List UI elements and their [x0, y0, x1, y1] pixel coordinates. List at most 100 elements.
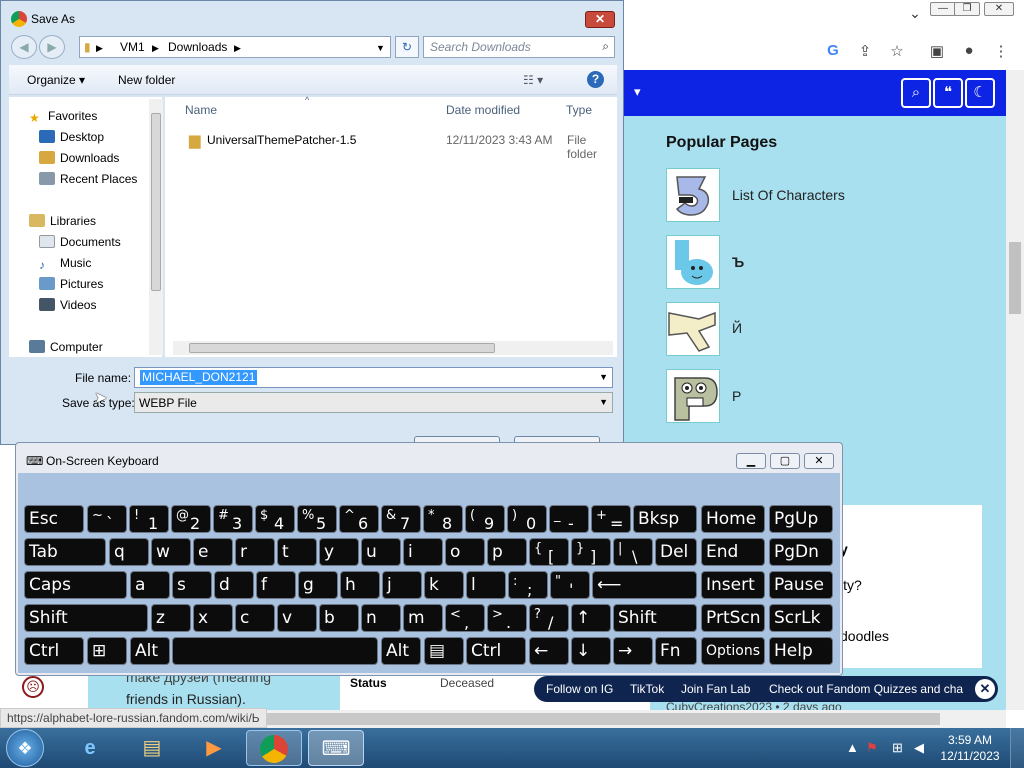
key-2[interactable]: @2 — [171, 505, 211, 533]
popular-page-thumb-3[interactable] — [666, 302, 720, 356]
address-dropdown-icon[interactable]: ▼ — [376, 43, 385, 53]
key-d[interactable]: d — [214, 571, 254, 599]
osk-minimize-button[interactable]: ▁ — [736, 453, 766, 469]
key-fn[interactable]: Fn — [655, 637, 697, 665]
file-name-input[interactable]: MICHAEL_DON2121 ▼ — [134, 367, 613, 388]
key-\[interactable]: | \ — [613, 538, 653, 566]
nav-pane-scrollbar[interactable] — [149, 99, 163, 355]
popular-page-link-3[interactable]: Й — [732, 320, 742, 336]
organize-button[interactable]: Organize ▾ — [27, 73, 85, 87]
key-n[interactable]: n — [361, 604, 401, 632]
key-f[interactable]: f — [256, 571, 296, 599]
key-k[interactable]: k — [424, 571, 464, 599]
restore-button[interactable]: ❐ — [954, 2, 980, 16]
tray-expand-icon[interactable]: ▲ — [846, 740, 859, 755]
google-icon[interactable]: G — [822, 42, 844, 59]
action-center-icon[interactable]: ⚑ — [866, 740, 878, 756]
key-prtscn[interactable]: PrtScn — [701, 604, 765, 632]
nav-pictures[interactable]: Pictures — [39, 277, 103, 291]
fan-lab-link[interactable]: Join Fan Lab — [681, 682, 750, 696]
nav-libraries[interactable]: Libraries — [29, 214, 96, 228]
key-caps[interactable]: Caps — [24, 571, 127, 599]
show-desktop-button[interactable] — [1010, 728, 1024, 768]
key-shift-left[interactable]: Shift — [24, 604, 148, 632]
popular-page-thumb-1[interactable] — [666, 168, 720, 222]
osk-close-button[interactable]: ✕ — [804, 453, 834, 469]
key-enter[interactable]: ⟵ — [592, 571, 697, 599]
address-bar[interactable]: ▮ ▶ VM1 ▶ Downloads ▶ ▼ — [79, 36, 391, 58]
emoji-icon[interactable]: ☹ — [22, 676, 44, 698]
nav-desktop[interactable]: Desktop — [39, 130, 104, 144]
key-z[interactable]: z — [151, 604, 191, 632]
key-del[interactable]: Del — [655, 538, 697, 566]
key-5[interactable]: % 5 — [297, 505, 337, 533]
key-=[interactable]: + = — [591, 505, 631, 533]
key-home[interactable]: Home — [701, 505, 765, 533]
file-row[interactable]: ▆ UniversalThemePatcher-1.5 12/11/2023 3… — [185, 131, 617, 161]
column-date-modified[interactable]: Date modified — [446, 103, 520, 117]
search-icon[interactable]: ⌕ — [901, 78, 931, 108]
volume-icon[interactable]: ◀ — [914, 740, 924, 756]
popular-page-thumb-2[interactable] — [666, 235, 720, 289]
search-input[interactable]: Search Downloads ⌕ — [423, 36, 615, 58]
nav-documents[interactable]: Documents — [39, 235, 121, 249]
key-w[interactable]: w — [151, 538, 191, 566]
key--[interactable]: _ - — [549, 505, 589, 533]
network-icon[interactable]: ⊞ — [892, 740, 903, 756]
column-name[interactable]: Name — [185, 103, 217, 117]
key-c[interactable]: c — [235, 604, 275, 632]
key-/[interactable]: ? / — [529, 604, 569, 632]
close-icon[interactable]: ✕ — [975, 679, 995, 699]
nav-downloads[interactable]: Downloads — [39, 151, 119, 165]
share-icon[interactable]: ⇪ — [854, 42, 876, 60]
key-y[interactable]: y — [319, 538, 359, 566]
dialog-close-button[interactable]: ✕ — [585, 11, 615, 28]
column-type[interactable]: Type — [566, 103, 592, 117]
key-j[interactable]: j — [382, 571, 422, 599]
minimize-button[interactable]: — — [930, 2, 956, 16]
view-options-icon[interactable]: ☷ ▾ — [523, 73, 543, 87]
nav-favorites[interactable]: ★ Favorites — [29, 109, 97, 125]
file-explorer-icon[interactable]: ▤ — [124, 730, 180, 766]
osk-title-bar[interactable]: ⌨ On-Screen Keyboard ▁ ▢ ✕ — [16, 443, 842, 473]
nav-music[interactable]: ♪ Music — [39, 256, 91, 272]
scrollbar-thumb[interactable] — [200, 713, 940, 725]
key-l[interactable]: l — [466, 571, 506, 599]
help-icon[interactable]: ? — [587, 71, 604, 88]
key-right-arrow[interactable]: → — [613, 637, 653, 665]
profile-icon[interactable]: ● — [958, 42, 980, 59]
key-g[interactable]: g — [298, 571, 338, 599]
popular-page-thumb-4[interactable] — [666, 369, 720, 423]
bookmark-star-icon[interactable]: ☆ — [886, 42, 908, 60]
key-t[interactable]: t — [277, 538, 317, 566]
osk-maximize-button[interactable]: ▢ — [770, 453, 800, 469]
key-a[interactable]: a — [130, 571, 170, 599]
key-left-arrow[interactable]: ← — [529, 637, 569, 665]
key-scrlk[interactable]: ScrLk — [769, 604, 833, 632]
key-0[interactable]: ) 0 — [507, 505, 547, 533]
key-menu[interactable]: ▤ — [424, 637, 464, 665]
tab-search-chevron-icon[interactable]: ⌄ — [902, 6, 928, 20]
nav-videos[interactable]: Videos — [39, 298, 96, 312]
key-6[interactable]: ^ 6 — [339, 505, 379, 533]
quizzes-link[interactable]: Check out Fandom Quizzes and cha — [769, 682, 963, 696]
key-pgdn[interactable]: PgDn — [769, 538, 833, 566]
key-shift-right[interactable]: Shift — [613, 604, 697, 632]
tiktok-link[interactable]: TikTok — [630, 682, 664, 696]
dropdown-chevron-icon[interactable]: ▾ — [634, 84, 641, 100]
key-;[interactable]: :; — [508, 571, 548, 599]
follow-ig-link[interactable]: Follow on IG — [546, 682, 613, 696]
key-tab[interactable]: Tab — [24, 538, 106, 566]
internet-explorer-icon[interactable]: e — [62, 730, 118, 766]
key-down-arrow[interactable]: ↓ — [571, 637, 611, 665]
theme-toggle-icon[interactable]: ☾ — [965, 78, 995, 108]
key-s[interactable]: s — [172, 571, 212, 599]
key-b[interactable]: b — [319, 604, 359, 632]
popular-page-link-4[interactable]: Р — [732, 388, 741, 404]
new-folder-button[interactable]: New folder — [118, 73, 175, 87]
key-esc[interactable]: Esc — [24, 505, 84, 533]
dropdown-arrow-icon[interactable]: ▼ — [599, 372, 608, 382]
key-bksp[interactable]: Bksp — [633, 505, 697, 533]
key-'[interactable]: " ' — [550, 571, 590, 599]
chrome-taskbar-icon[interactable] — [246, 730, 302, 766]
